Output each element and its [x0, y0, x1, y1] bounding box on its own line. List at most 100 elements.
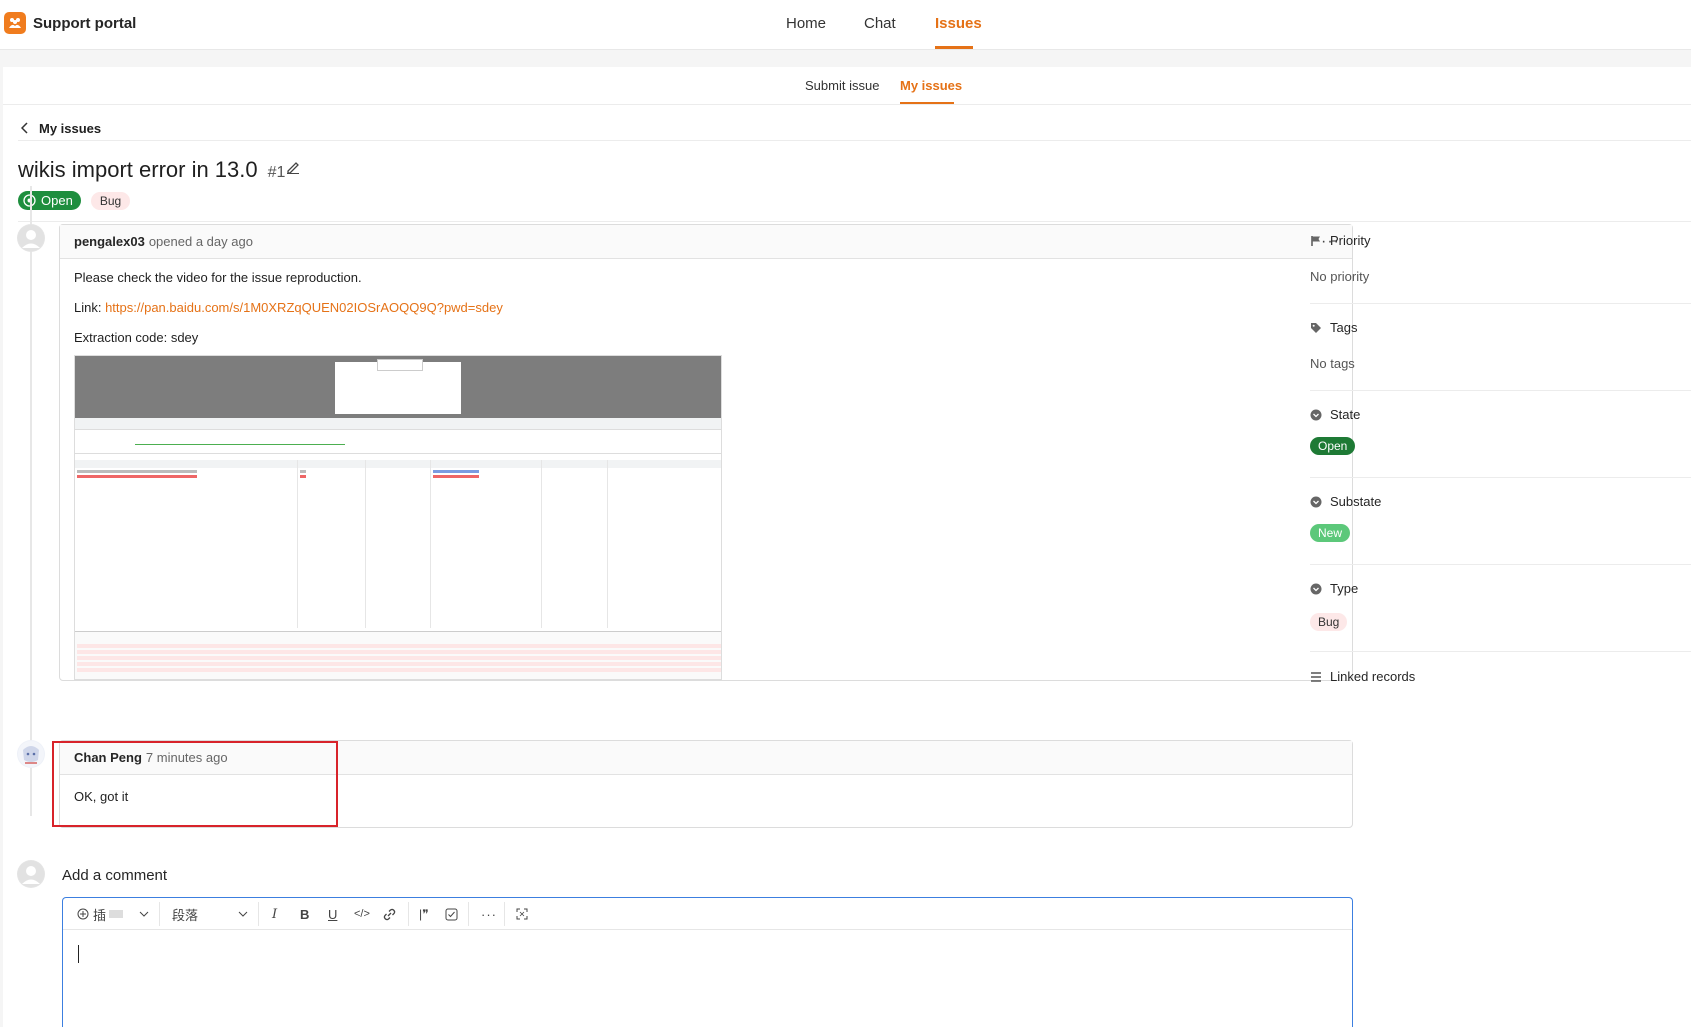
comment-link-prefix: Link:: [74, 300, 106, 315]
comment-link-row: Link: https://pan.baidu.com/s/1M0XRZqQUE…: [74, 299, 1338, 317]
comment-text: Extraction code: sdey: [74, 330, 199, 345]
sidebar-state[interactable]: State Open: [1310, 399, 1691, 478]
bold-icon[interactable]: B: [300, 905, 309, 923]
screenshot-toast: [377, 359, 423, 371]
tab-my-issues[interactable]: My issues: [900, 78, 962, 93]
tag-icon: [1311, 322, 1321, 333]
sidebar-priority-header: Priority: [1310, 233, 1370, 248]
insert-label: 插: [93, 907, 107, 923]
app-logo-icon[interactable]: [4, 12, 26, 34]
nav-issues[interactable]: Issues: [935, 15, 982, 32]
add-comment-label: Add a comment: [62, 867, 168, 884]
avatar[interactable]: [17, 224, 45, 252]
chevron-down-icon: [238, 911, 248, 917]
screenshot-devtools-toolbar: [75, 418, 721, 430]
more-options-icon[interactable]: ···: [481, 905, 497, 923]
comment-card: pengalex03 opened a day ago ··· Please c…: [59, 224, 1353, 681]
paragraph-dropdown[interactable]: 段落: [172, 905, 248, 923]
top-bar: Support portal Home Chat Issues: [0, 0, 1691, 50]
nav-chat[interactable]: Chat: [864, 15, 896, 32]
screenshot-col: [297, 460, 298, 628]
list-icon: [1311, 671, 1321, 682]
sidebar-tags-header: Tags: [1310, 320, 1357, 335]
screenshot-console-error: [77, 656, 721, 660]
underline-icon[interactable]: U: [328, 905, 337, 923]
fullscreen-icon[interactable]: [516, 905, 528, 923]
chevron-circle-icon: [1310, 409, 1322, 420]
back-link[interactable]: My issues: [21, 113, 101, 143]
app-title[interactable]: Support portal: [33, 15, 136, 32]
text-cursor: [78, 945, 79, 963]
screenshot-col: [607, 460, 608, 628]
sidebar-state-header: State: [1310, 407, 1360, 422]
comment-author[interactable]: pengalex03: [74, 234, 145, 249]
screenshot-col: [430, 460, 431, 628]
checklist-icon[interactable]: [445, 905, 458, 923]
state-badge[interactable]: Open: [1310, 437, 1356, 455]
chevron-circle-icon: [1310, 583, 1322, 594]
state-label: State: [1330, 407, 1361, 422]
toolbar-divider: [504, 902, 505, 926]
comment-body: Please check the video for the issue rep…: [60, 259, 1352, 369]
italic-icon[interactable]: I: [272, 905, 277, 923]
nav-active-indicator: [935, 46, 973, 49]
code-icon[interactable]: </>: [354, 905, 370, 923]
sidebar-type[interactable]: Type Bug: [1310, 573, 1691, 652]
insert-dropdown[interactable]: 插: [77, 905, 149, 923]
editor-toolbar: 插 段落 I B U </> |❞ ···: [63, 898, 1352, 930]
comment-link[interactable]: https://pan.baidu.com/s/1M0XRZqQUEN02IOS…: [105, 300, 503, 315]
avatar: [17, 860, 45, 888]
tab-active-indicator: [900, 102, 954, 104]
tags-value: No tags: [1310, 356, 1355, 371]
screenshot-console-error: [77, 650, 721, 654]
tags-label: Tags: [1330, 320, 1358, 335]
screenshot-console-error: [77, 644, 721, 648]
comment-editor[interactable]: 插 段落 I B U </> |❞ ···: [62, 897, 1353, 1027]
chevron-down-icon: [139, 911, 149, 917]
toolbar-divider: [258, 902, 259, 926]
flag-icon: [1311, 235, 1320, 246]
issue-title-row: wikis import error in 13.0 #1: [18, 157, 285, 183]
sidebar-priority[interactable]: Priority No priority: [1310, 225, 1691, 304]
screenshot-row: [433, 475, 479, 478]
screenshot-row: [77, 475, 197, 478]
edit-pencil-icon[interactable]: [286, 160, 300, 174]
label-badge: Bug: [90, 191, 131, 210]
sidebar-linked-records[interactable]: Linked records: [1310, 669, 1415, 684]
sidebar-type-header: Type: [1310, 581, 1358, 596]
screenshot-row: [77, 470, 197, 473]
comment-text: Please check the video for the issue rep…: [74, 270, 362, 285]
screenshot-console: [75, 631, 721, 679]
substate-label: Substate: [1330, 494, 1382, 509]
nav-home[interactable]: Home: [786, 15, 826, 32]
sidebar-substate[interactable]: Substate New: [1310, 486, 1691, 565]
screenshot-col: [365, 460, 366, 628]
attached-screenshot[interactable]: [74, 355, 722, 680]
screenshot-console-error: [77, 668, 721, 672]
sidebar-tags[interactable]: Tags No tags: [1310, 312, 1691, 391]
comment-header: pengalex03 opened a day ago ···: [60, 225, 1352, 259]
tab-submit-issue[interactable]: Submit issue: [805, 78, 879, 93]
plus-circle-icon: [77, 908, 89, 920]
toolbar-divider: [408, 902, 409, 926]
issue-number: #1: [267, 164, 286, 181]
highlight-annotation: [52, 741, 338, 827]
chevron-circle-icon: [1310, 496, 1322, 507]
avatar[interactable]: [17, 740, 45, 768]
screenshot-row: [300, 470, 306, 473]
quote-icon[interactable]: |❞: [419, 905, 429, 923]
type-badge[interactable]: Bug: [1310, 613, 1348, 631]
priority-label: Priority: [1330, 233, 1371, 248]
substate-badge[interactable]: New: [1310, 524, 1351, 542]
type-label: Type: [1330, 581, 1359, 596]
priority-value: No priority: [1310, 269, 1370, 284]
screenshot-table-header: [75, 460, 721, 468]
screenshot-row: [433, 470, 479, 473]
linked-records-label: Linked records: [1330, 669, 1416, 684]
paragraph-label: 段落: [172, 907, 199, 923]
comment-meta: opened a day ago: [148, 234, 253, 249]
screenshot-row: [300, 475, 306, 478]
timeline-line: [30, 186, 32, 816]
link-icon[interactable]: [383, 905, 396, 923]
issue-title: wikis import error in 13.0: [18, 157, 258, 182]
